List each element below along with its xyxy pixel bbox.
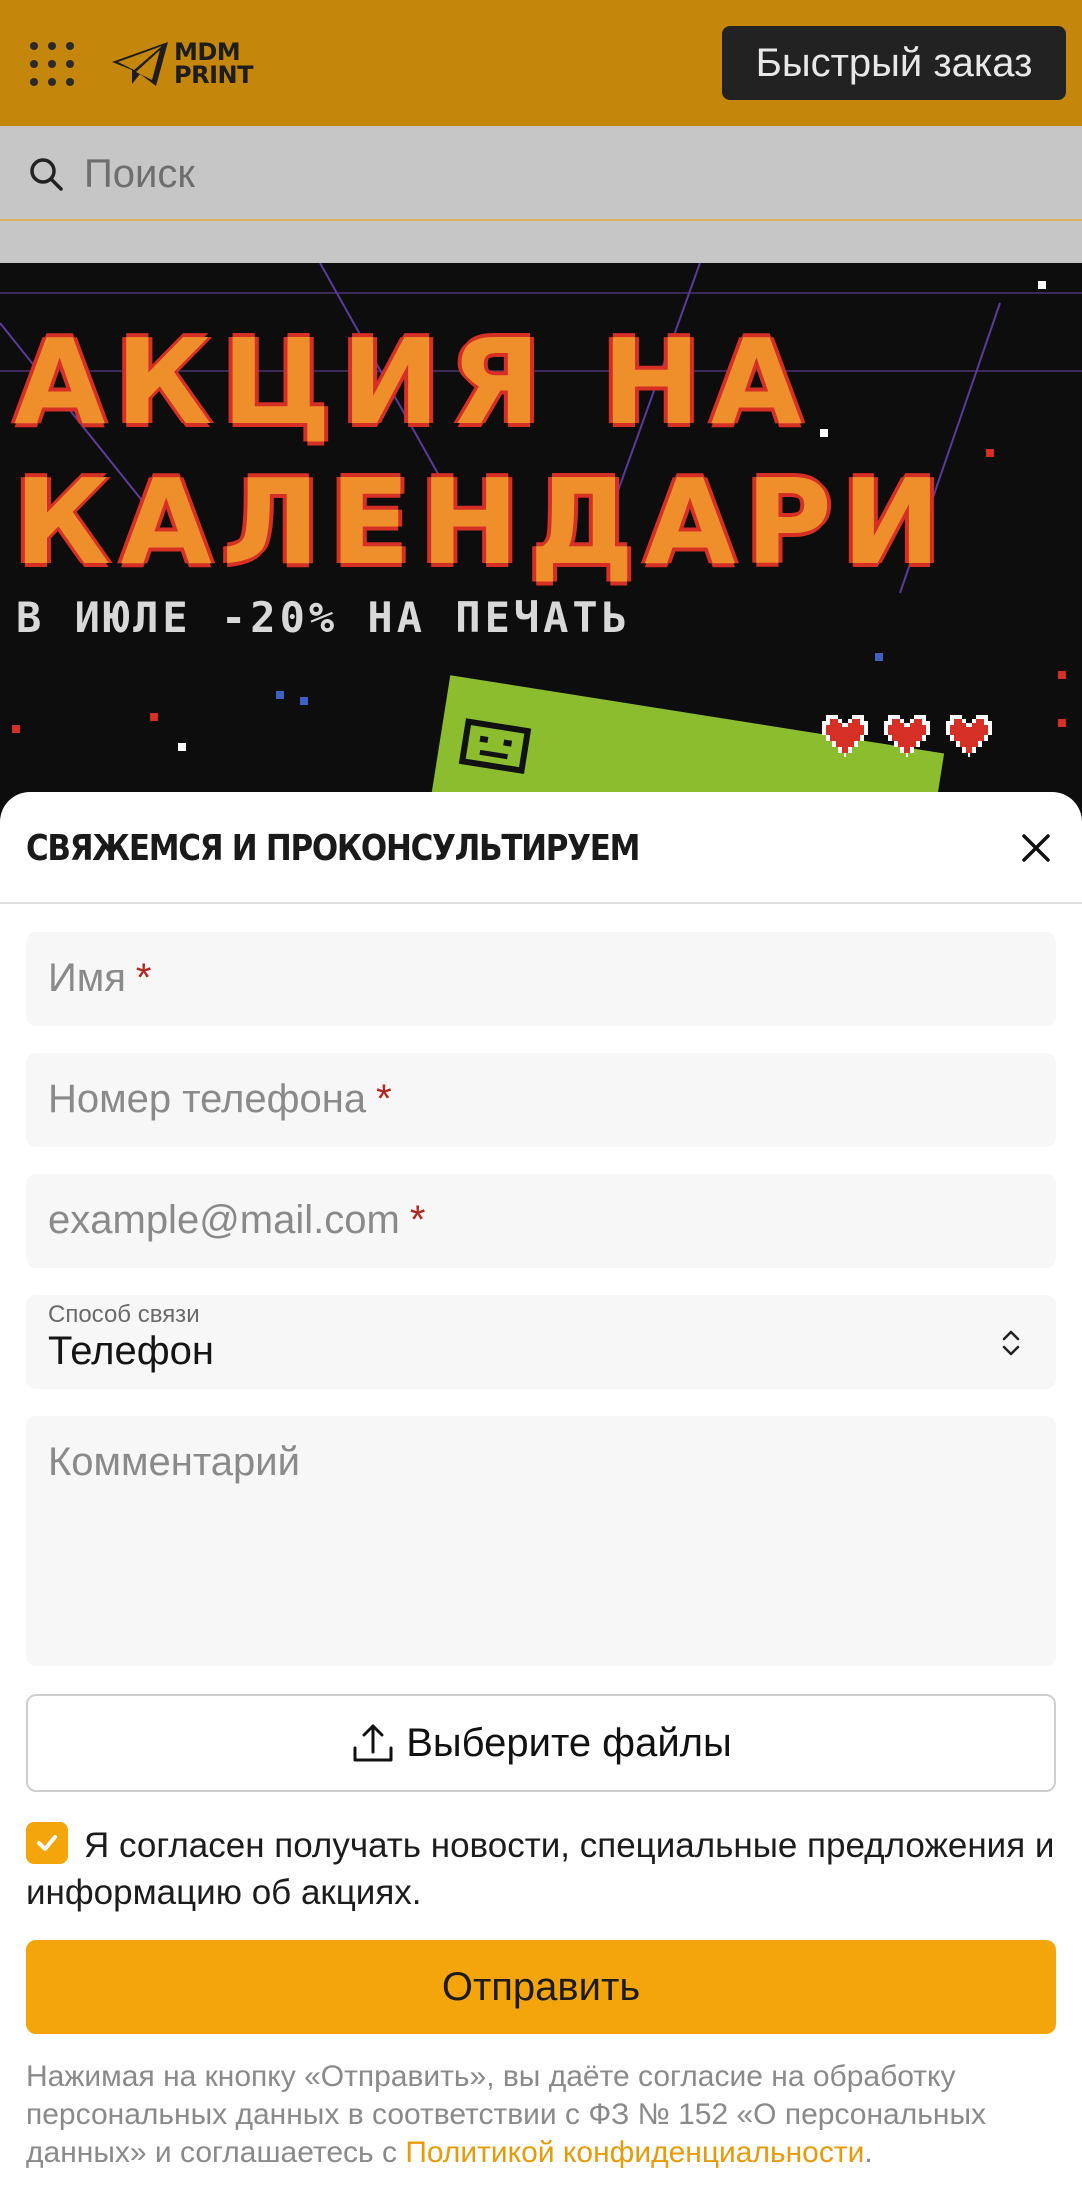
email-placeholder: example@mail.com * — [48, 1198, 426, 1242]
select-arrows-icon — [1002, 1330, 1020, 1356]
name-placeholder: Имя * — [48, 956, 152, 1000]
paper-plane-logo-icon — [112, 42, 168, 86]
logo-text: MDM PRINT — [174, 40, 253, 89]
grid-menu-icon[interactable] — [30, 42, 74, 86]
privacy-policy-link[interactable]: Политикой конфиденциальности — [405, 2136, 864, 2169]
required-mark: * — [376, 1077, 392, 1121]
close-button[interactable] — [1016, 828, 1056, 868]
consent-text: Я согласен получать новости, специальные… — [26, 1826, 1055, 1912]
checkmark-icon — [37, 1835, 57, 1851]
consent-block: Я согласен получать новости, специальные… — [26, 1822, 1056, 1916]
contact-method-label: Способ связи — [48, 1301, 200, 1328]
required-mark: * — [135, 956, 152, 1000]
hearts-row — [820, 711, 994, 757]
contact-method-select[interactable]: Способ связи Телефон — [26, 1295, 1056, 1389]
contact-modal: СВЯЖЕМСЯ И ПРОКОНСУЛЬТИРУЕМ Имя * Номер т… — [0, 792, 1082, 2202]
legal-notice: Нажимая на кнопку «Отправить», вы даёте … — [26, 2058, 1062, 2172]
phone-field[interactable]: Номер телефона * — [26, 1053, 1056, 1147]
heart-icon — [822, 715, 868, 757]
email-field[interactable]: example@mail.com * — [26, 1174, 1056, 1268]
required-mark: * — [409, 1198, 426, 1242]
top-header: MDM PRINT Быстрый заказ — [0, 0, 1082, 126]
comment-placeholder: Комментарий — [48, 1440, 300, 1484]
submit-button[interactable]: Отправить — [26, 1940, 1056, 2034]
upload-icon — [353, 1724, 393, 1762]
search-underlay — [0, 221, 1082, 263]
choose-files-label: Выберите файлы — [406, 1720, 732, 1765]
choose-files-button[interactable]: Выберите файлы — [26, 1694, 1056, 1792]
close-icon — [1022, 834, 1050, 862]
logo[interactable]: MDM PRINT — [110, 38, 253, 90]
quick-order-button[interactable]: Быстрый заказ — [722, 26, 1066, 100]
modal-title: СВЯЖЕМСЯ И ПРОКОНСУЛЬТИРУЕМ — [26, 828, 640, 869]
comment-textarea[interactable]: Комментарий — [26, 1416, 1056, 1666]
heart-icon — [884, 715, 930, 757]
modal-header: СВЯЖЕМСЯ И ПРОКОНСУЛЬТИРУЕМ — [0, 792, 1082, 904]
banner-headline-1: АКЦИЯ НА — [14, 313, 813, 451]
phone-placeholder: Номер телефона * — [48, 1077, 392, 1121]
search-input[interactable] — [84, 144, 1044, 204]
contact-method-value: Телефон — [48, 1329, 214, 1373]
legal-end: . — [864, 2136, 873, 2169]
banner-headline-2: КАЛЕНДАРИ — [14, 453, 951, 591]
name-field[interactable]: Имя * — [26, 932, 1056, 1026]
search-icon — [30, 158, 63, 191]
heart-icon — [946, 715, 992, 757]
promo-banner[interactable]: АКЦИЯ НА КАЛЕНДАРИ В ИЮЛЕ -20% НА ПЕЧАТЬ — [0, 263, 1082, 823]
logo-line-2: PRINT — [174, 61, 253, 89]
pixel-face-icon — [458, 718, 532, 775]
search-bar — [0, 126, 1082, 221]
consent-checkbox[interactable] — [26, 1822, 68, 1864]
banner-subtitle: В ИЮЛЕ -20% НА ПЕЧАТЬ — [16, 593, 632, 642]
